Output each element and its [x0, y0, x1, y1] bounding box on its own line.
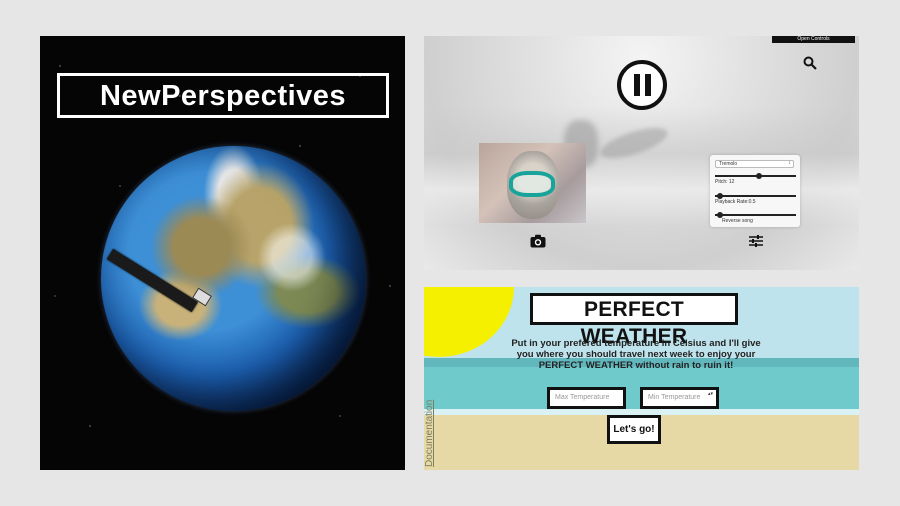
playback-rate-slider[interactable]	[715, 192, 796, 199]
camera-icon[interactable]	[530, 234, 546, 248]
newperspectives-panel: NewPerspectives	[40, 36, 405, 470]
pitch-slider[interactable]	[715, 172, 796, 179]
webcam-preview	[479, 143, 586, 223]
pause-button[interactable]	[617, 60, 667, 110]
pitch-slider-knob[interactable]	[756, 172, 763, 179]
reverse-slider[interactable]	[715, 211, 796, 218]
lets-go-button[interactable]: Let's go!	[607, 415, 661, 444]
effect-select[interactable]: Tremolo	[715, 160, 794, 168]
weather-description: Put in your prefered temperature in Cels…	[511, 338, 761, 371]
sliders-icon[interactable]	[749, 235, 763, 247]
reverse-slider-knob[interactable]	[716, 211, 723, 218]
sun-shape	[424, 287, 514, 357]
search-icon[interactable]	[803, 56, 817, 70]
documentation-link[interactable]: Documentation	[424, 400, 435, 467]
max-temperature-input[interactable]: Max Temperature	[547, 387, 626, 409]
pause-icon-bar-right	[644, 74, 651, 96]
playback-rate-slider-knob[interactable]	[716, 192, 723, 199]
webcam-goggles	[509, 171, 555, 197]
pause-icon-bar-left	[633, 74, 640, 96]
page-title: NewPerspectives	[57, 73, 389, 118]
pitch-label: Pitch: 12	[715, 179, 735, 185]
audio-controls-card: Tremolo Pitch: 12 Playback Rate:0.5 Reve…	[710, 155, 800, 227]
playback-rate-label: Playback Rate:0.5	[715, 199, 756, 205]
video-player-panel: Open Controls Tremolo Pitch: 12 Playback…	[424, 36, 859, 270]
open-controls-button[interactable]: Open Controls	[772, 36, 855, 43]
weather-title: PERFECT WEATHER	[530, 293, 738, 348]
perfect-weather-panel: PERFECT WEATHER Put in your prefered tem…	[424, 287, 859, 470]
min-temperature-input[interactable]: Min Temperature	[640, 387, 719, 409]
reverse-label: Reverse song	[722, 218, 753, 224]
